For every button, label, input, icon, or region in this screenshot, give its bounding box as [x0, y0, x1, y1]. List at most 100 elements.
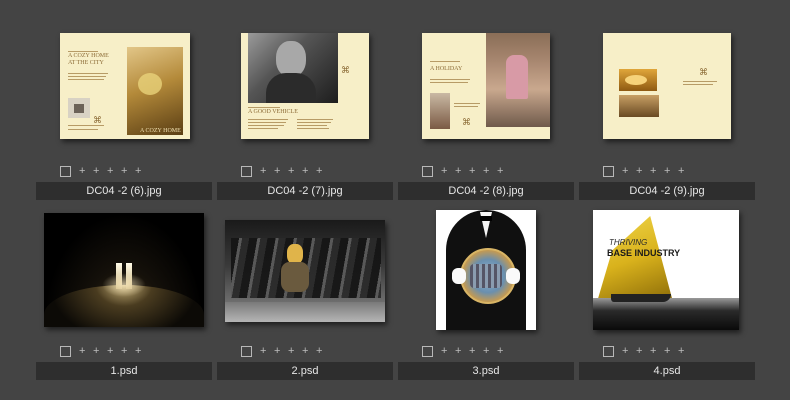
boat-hull [611, 294, 671, 302]
sail [597, 216, 673, 302]
thumbnail-image[interactable]: ⌘ [603, 33, 731, 139]
rating-star[interactable]: + [135, 165, 141, 177]
select-checkbox[interactable] [422, 345, 433, 357]
rating-star[interactable]: + [316, 345, 322, 357]
rating-star[interactable]: + [469, 345, 475, 357]
caption-text: A COZY HOME [140, 128, 181, 134]
thumbnail-frame: ⌘ [579, 20, 755, 160]
rating-star[interactable]: + [497, 345, 503, 357]
rating-star[interactable]: + [288, 345, 294, 357]
thumbnail-image[interactable]: ⌘ A GOOD VEHICLE [241, 33, 369, 139]
select-checkbox[interactable] [603, 165, 614, 177]
thumbnail-frame [36, 200, 212, 340]
city-buildings [470, 264, 502, 288]
headline-text: A COZY HOME [68, 53, 109, 59]
photo-detail [625, 75, 647, 85]
rating-star[interactable]: + [455, 165, 461, 177]
rating-star[interactable]: + [664, 345, 670, 357]
photo-detail [74, 104, 84, 113]
glove-left [452, 268, 466, 284]
rating-row: + + + + + [422, 164, 503, 178]
select-checkbox[interactable] [603, 345, 614, 357]
thumbnail-cell[interactable]: + + + + + 1.psd [36, 200, 212, 380]
rating-star[interactable]: + [469, 165, 475, 177]
thumbnail-frame: ⌘ A GOOD VEHICLE [217, 20, 393, 160]
photo-detail [266, 73, 316, 103]
rating-row: + + + + + [241, 344, 322, 358]
rating-star[interactable]: + [288, 165, 294, 177]
rating-star[interactable]: + [497, 165, 503, 177]
rating-star[interactable]: + [441, 165, 447, 177]
rating-row: + + + + + [603, 164, 684, 178]
sea [593, 298, 739, 330]
rating-star[interactable]: + [121, 165, 127, 177]
photo-detail [506, 55, 528, 99]
rating-row: + + + + + [60, 164, 141, 178]
rating-star[interactable]: + [93, 345, 99, 357]
rating-row: + + + + + [422, 344, 503, 358]
thumbnail-cell[interactable]: ⌘ A GOOD VEHICLE + + + + + DC04 -2 (7).j… [217, 20, 393, 200]
rating-star[interactable]: + [107, 165, 113, 177]
ornament-icon: ⌘ [341, 65, 350, 75]
thumbnail-image[interactable]: THRIVING BASE INDUSTRY [593, 210, 739, 330]
rating-star[interactable]: + [260, 345, 266, 357]
thumbnail-image[interactable]: A HOLIDAY ⌘ [422, 33, 550, 139]
rating-star[interactable]: + [622, 165, 628, 177]
rating-star[interactable]: + [455, 345, 461, 357]
thumbnail-cell[interactable]: A COZY HOME AT THE CITY A COZY HOME ⌘ + … [36, 20, 212, 200]
thumbnail-frame [217, 200, 393, 340]
thumbnail-cell[interactable]: A HOLIDAY ⌘ + + + + + DC04 -2 (8).jpg [398, 20, 574, 200]
select-checkbox[interactable] [422, 165, 433, 177]
thumbnail-cell[interactable]: ⌘ + + + + + DC04 -2 (9).jpg [579, 20, 755, 200]
rating-star[interactable]: + [274, 345, 280, 357]
thumbnail-frame: THRIVING BASE INDUSTRY [579, 200, 755, 340]
glove-right [506, 268, 520, 284]
select-checkbox[interactable] [241, 345, 252, 357]
filename-label[interactable]: 1.psd [36, 362, 212, 380]
filename-label[interactable]: 3.psd [398, 362, 574, 380]
rating-star[interactable]: + [79, 345, 85, 357]
rating-star[interactable]: + [483, 165, 489, 177]
filename-label[interactable]: DC04 -2 (9).jpg [579, 182, 755, 200]
rating-star[interactable]: + [678, 345, 684, 357]
filename-label[interactable]: DC04 -2 (6).jpg [36, 182, 212, 200]
thumbnail-cell[interactable]: + + + + + 3.psd [398, 200, 574, 380]
filename-label[interactable]: DC04 -2 (8).jpg [398, 182, 574, 200]
rating-star[interactable]: + [483, 345, 489, 357]
rating-star[interactable]: + [107, 345, 113, 357]
thumbnail-image[interactable]: A COZY HOME AT THE CITY A COZY HOME ⌘ [60, 33, 190, 139]
rating-star[interactable]: + [135, 345, 141, 357]
select-checkbox[interactable] [60, 165, 71, 177]
rating-star[interactable]: + [636, 165, 642, 177]
rating-star[interactable]: + [650, 345, 656, 357]
rating-star[interactable]: + [622, 345, 628, 357]
rating-star[interactable]: + [260, 165, 266, 177]
filename-label[interactable]: DC04 -2 (7).jpg [217, 182, 393, 200]
thumbnail-cell[interactable]: + + + + + 2.psd [217, 200, 393, 380]
rating-star[interactable]: + [650, 165, 656, 177]
rating-star[interactable]: + [302, 345, 308, 357]
thumbnail-image[interactable] [44, 213, 204, 327]
rating-star[interactable]: + [93, 165, 99, 177]
rating-star[interactable]: + [274, 165, 280, 177]
thumbnail-cell[interactable]: THRIVING BASE INDUSTRY + + + + + 4.psd [579, 200, 755, 380]
rating-star[interactable]: + [302, 165, 308, 177]
rating-star[interactable]: + [79, 165, 85, 177]
thumbnail-image[interactable] [225, 220, 385, 322]
rating-star[interactable]: + [121, 345, 127, 357]
rating-star[interactable]: + [316, 165, 322, 177]
photo-detail [138, 73, 162, 95]
rating-star[interactable]: + [664, 165, 670, 177]
thumbnail-frame: A COZY HOME AT THE CITY A COZY HOME ⌘ [36, 20, 212, 160]
thumbnail-image[interactable] [436, 210, 536, 330]
headline-text: AT THE CITY [68, 60, 104, 66]
select-checkbox[interactable] [60, 345, 71, 357]
thumbnail-frame: A HOLIDAY ⌘ [398, 20, 574, 160]
filename-label[interactable]: 4.psd [579, 362, 755, 380]
rating-star[interactable]: + [636, 345, 642, 357]
select-checkbox[interactable] [241, 165, 252, 177]
filename-label[interactable]: 2.psd [217, 362, 393, 380]
rating-star[interactable]: + [678, 165, 684, 177]
rating-star[interactable]: + [441, 345, 447, 357]
track [225, 302, 385, 322]
